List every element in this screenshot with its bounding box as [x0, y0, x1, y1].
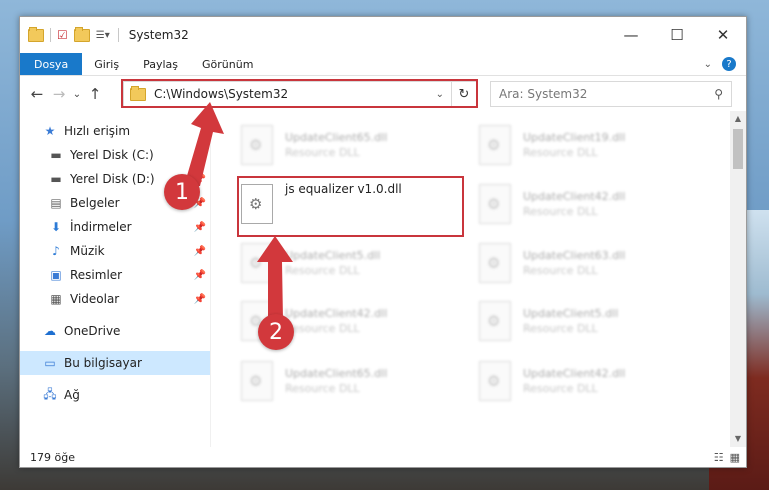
arrow-2 — [257, 236, 293, 320]
step-badge-1: 1 — [164, 174, 200, 210]
arrow-1 — [184, 102, 224, 186]
annotation-arrows — [184, 102, 293, 320]
step-badge-2: 2 — [258, 314, 294, 350]
